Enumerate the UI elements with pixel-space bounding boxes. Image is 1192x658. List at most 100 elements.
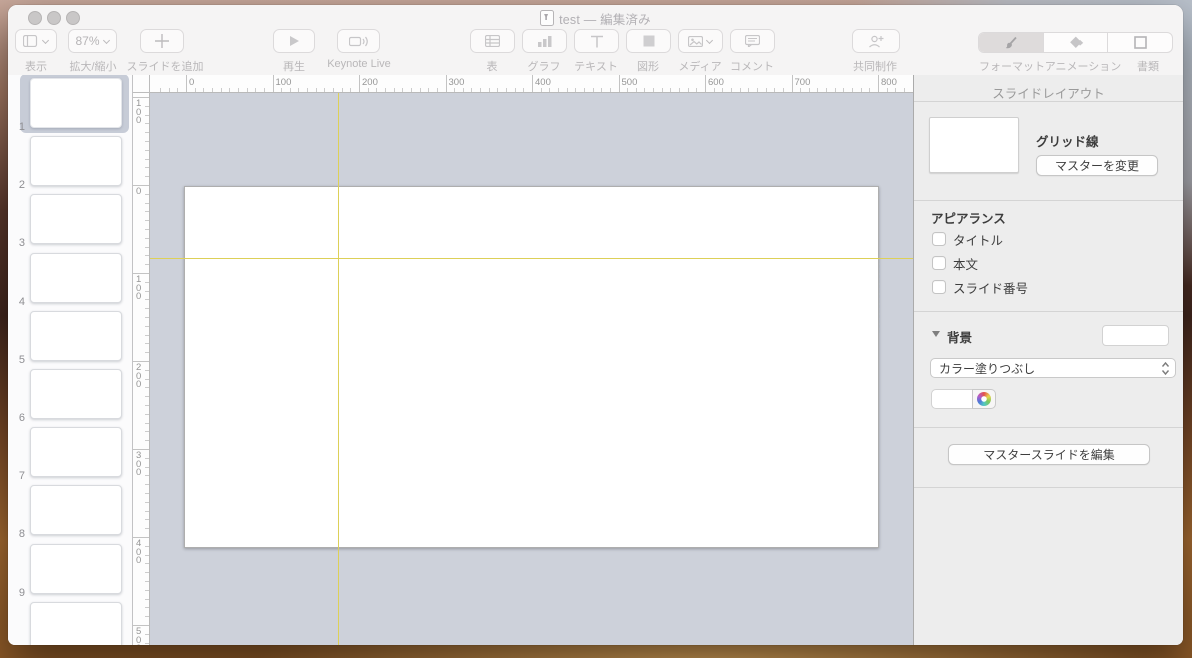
ruler-tick bbox=[145, 255, 149, 256]
change-master-button[interactable]: マスターを変更 bbox=[1036, 155, 1158, 176]
background-disclosure-triangle[interactable] bbox=[932, 331, 940, 337]
chart-button[interactable] bbox=[522, 29, 567, 53]
background-title: 背景 bbox=[947, 327, 972, 346]
zoom-dropdown[interactable]: 87% bbox=[68, 29, 117, 53]
ruler-tick bbox=[298, 88, 299, 92]
vertical-ruler[interactable]: 1 0 001 0 02 0 03 0 04 0 05 0 0 bbox=[133, 93, 150, 645]
slide-thumbnail[interactable] bbox=[30, 78, 122, 128]
ruler-tick bbox=[145, 194, 149, 195]
ruler-tick bbox=[145, 132, 149, 133]
ruler-tick bbox=[281, 88, 282, 92]
checkbox[interactable] bbox=[932, 280, 946, 294]
checkbox-label: タイトル bbox=[953, 230, 1003, 249]
add-slide-button[interactable] bbox=[140, 29, 184, 53]
slide-edge-dashed-guide bbox=[879, 260, 880, 333]
slide-thumbnail[interactable] bbox=[30, 136, 122, 186]
titlebar[interactable]: test — 編集済み bbox=[8, 5, 1183, 30]
checkbox[interactable] bbox=[932, 256, 946, 270]
ruler-tick bbox=[740, 88, 741, 92]
shape-button[interactable] bbox=[626, 29, 671, 53]
ruler-label: 4 0 0 bbox=[136, 540, 141, 566]
ruler-tick bbox=[402, 88, 403, 92]
ruler-tick bbox=[145, 581, 149, 582]
animate-tab[interactable] bbox=[1044, 33, 1109, 52]
document-square-icon bbox=[1134, 36, 1147, 49]
ruler-tick bbox=[333, 88, 334, 92]
slide-thumbnail[interactable] bbox=[30, 253, 122, 303]
ruler-tick bbox=[145, 203, 149, 204]
ruler-tick bbox=[843, 88, 844, 92]
document-tab[interactable] bbox=[1108, 33, 1172, 52]
slide-canvas[interactable] bbox=[150, 93, 913, 645]
view-label: 表示 bbox=[16, 58, 56, 74]
ruler-tick bbox=[145, 607, 149, 608]
media-label: メディア bbox=[670, 58, 730, 74]
keynote-live-button[interactable] bbox=[337, 29, 380, 53]
ruler-tick bbox=[145, 238, 149, 239]
appearance-title: アピアランス bbox=[931, 208, 1006, 227]
master-slide-thumbnail[interactable] bbox=[929, 117, 1019, 173]
ruler-tick bbox=[679, 88, 680, 92]
horizontal-alignment-guide[interactable] bbox=[150, 258, 913, 259]
horizontal-ruler[interactable]: 0100200300400500600700800 bbox=[150, 75, 913, 93]
ruler-tick bbox=[714, 88, 715, 92]
format-tab[interactable] bbox=[979, 33, 1044, 52]
slide-thumbnail-row: 7 bbox=[8, 427, 133, 485]
ruler-tick bbox=[160, 88, 161, 92]
ruler-tick bbox=[342, 88, 343, 92]
collaborate-button[interactable] bbox=[852, 29, 900, 53]
ruler-tick bbox=[731, 88, 732, 92]
slide-number: 6 bbox=[8, 412, 25, 424]
checkbox[interactable] bbox=[932, 232, 946, 246]
ruler-tick bbox=[145, 159, 149, 160]
ruler-label: 600 bbox=[708, 77, 724, 88]
slide-thumbnail[interactable] bbox=[30, 427, 122, 477]
keynote-live-icon bbox=[349, 35, 369, 48]
comment-button[interactable] bbox=[730, 29, 775, 53]
ruler-tick bbox=[627, 88, 628, 92]
view-button[interactable] bbox=[15, 29, 57, 53]
ruler-tick bbox=[904, 88, 905, 92]
text-button[interactable] bbox=[574, 29, 619, 53]
slide-thumbnail[interactable] bbox=[30, 485, 122, 535]
slide-thumbnail[interactable] bbox=[30, 544, 122, 594]
ruler-major-tick bbox=[878, 75, 879, 93]
ruler-tick bbox=[145, 220, 149, 221]
ruler-tick bbox=[145, 502, 149, 503]
ruler-tick bbox=[247, 88, 248, 92]
background-fill-type-dropdown[interactable]: カラー塗りつぶし bbox=[930, 358, 1176, 378]
fill-color-well[interactable] bbox=[931, 389, 973, 409]
play-button[interactable] bbox=[273, 29, 315, 53]
ruler-tick bbox=[145, 370, 149, 371]
checkbox-label: 本文 bbox=[953, 254, 978, 273]
table-button[interactable] bbox=[470, 29, 515, 53]
slide-thumbnail[interactable] bbox=[30, 311, 122, 361]
ruler-label: 3 0 0 bbox=[136, 452, 141, 478]
color-wheel-button[interactable] bbox=[972, 389, 996, 409]
media-button[interactable] bbox=[678, 29, 723, 53]
ruler-tick bbox=[506, 88, 507, 92]
edit-master-slide-button[interactable]: マスタースライドを編集 bbox=[948, 444, 1150, 465]
ruler-tick bbox=[145, 423, 149, 424]
ruler-tick bbox=[145, 475, 149, 476]
ruler-tick bbox=[558, 88, 559, 92]
divider bbox=[914, 427, 1183, 428]
slide-thumbnail[interactable] bbox=[30, 602, 122, 645]
slide-thumbnail[interactable] bbox=[30, 194, 122, 244]
ruler-tick bbox=[145, 405, 149, 406]
slide-number: 3 bbox=[8, 237, 25, 249]
ruler-tick bbox=[264, 88, 265, 92]
ruler-tick bbox=[145, 599, 149, 600]
ruler-label: 0 bbox=[136, 188, 141, 197]
slide-editing-area[interactable] bbox=[184, 186, 879, 548]
ruler-tick bbox=[145, 141, 149, 142]
slide-thumbnail[interactable] bbox=[30, 369, 122, 419]
background-preview-swatch[interactable] bbox=[1102, 325, 1169, 346]
ruler-label: 700 bbox=[795, 77, 811, 88]
document-proxy-icon[interactable] bbox=[540, 10, 554, 26]
vertical-alignment-guide[interactable] bbox=[338, 93, 339, 645]
ruler-tick bbox=[523, 88, 524, 92]
animate-label: アニメーション bbox=[1043, 58, 1123, 74]
popup-stepper-icon bbox=[1161, 361, 1170, 379]
ruler-tick bbox=[636, 88, 637, 92]
